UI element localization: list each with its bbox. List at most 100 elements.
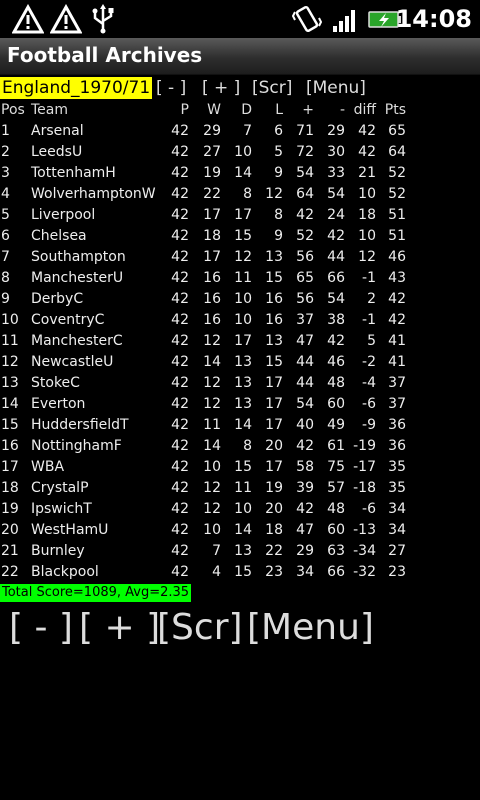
header-goals-for: + — [302, 102, 314, 118]
cell-pos: 14 — [1, 396, 19, 412]
cell-pos: 4 — [1, 186, 10, 202]
cell-lost: 22 — [265, 543, 283, 559]
table-row: 3 TottenhamH 42 19 14 9 54 33 21 52 — [0, 163, 406, 184]
cell-drawn: 13 — [234, 543, 252, 559]
status-bar: 14:08 — [0, 0, 480, 38]
menu-big-button[interactable]: [Menu] — [247, 606, 374, 650]
cell-goals-for: 52 — [296, 228, 314, 244]
cell-goals-for: 40 — [296, 417, 314, 433]
cell-team: IpswichT — [31, 501, 92, 517]
cell-goals-against: 66 — [327, 564, 345, 580]
cell-won: 14 — [203, 354, 221, 370]
cell-lost: 18 — [265, 522, 283, 538]
previous-season-button[interactable]: [ - ] — [156, 77, 186, 99]
header-lost: L — [275, 102, 283, 118]
cell-played: 42 — [171, 459, 189, 475]
top-controls: England_1970/71 [ - ] [ + ] [Scr] [Menu] — [0, 77, 480, 99]
cell-points: 42 — [388, 291, 406, 307]
cell-goals-against: 48 — [327, 501, 345, 517]
cell-team: WBA — [31, 459, 65, 475]
cell-goals-for: 47 — [296, 333, 314, 349]
season-selector[interactable]: England_1970/71 — [0, 77, 153, 99]
cell-played: 42 — [171, 249, 189, 265]
cell-goal-diff: -13 — [353, 522, 376, 538]
cell-won: 17 — [203, 249, 221, 265]
cell-goals-for: 54 — [296, 165, 314, 181]
cell-pos: 12 — [1, 354, 19, 370]
cell-played: 42 — [171, 207, 189, 223]
cell-goals-against: 48 — [327, 375, 345, 391]
cell-goals-for: 44 — [296, 375, 314, 391]
cell-played: 42 — [171, 375, 189, 391]
cell-goal-diff: 18 — [358, 207, 376, 223]
cell-goals-against: 44 — [327, 249, 345, 265]
header-played: P — [180, 102, 189, 118]
cell-lost: 9 — [274, 228, 283, 244]
cell-team: Arsenal — [31, 123, 84, 139]
cell-goals-for: 42 — [296, 438, 314, 454]
cell-pos: 17 — [1, 459, 19, 475]
cell-won: 12 — [203, 396, 221, 412]
table-header-row: Pos Team P W D L + - diff Pts — [0, 100, 406, 121]
table-row: 21 Burnley 42 7 13 22 29 63 -34 27 — [0, 541, 406, 562]
cell-points: 36 — [388, 417, 406, 433]
cell-drawn: 15 — [234, 564, 252, 580]
cell-goals-for: 56 — [296, 249, 314, 265]
cell-won: 10 — [203, 522, 221, 538]
cell-drawn: 14 — [234, 522, 252, 538]
cell-team: CoventryC — [31, 312, 105, 328]
cell-goals-for: 64 — [296, 186, 314, 202]
cell-goals-against: 42 — [327, 228, 345, 244]
previous-season-big-button[interactable]: [ - ] — [9, 606, 73, 650]
cell-points: 27 — [388, 543, 406, 559]
cell-points: 35 — [388, 459, 406, 475]
warning-icon — [50, 4, 82, 34]
cell-lost: 15 — [265, 354, 283, 370]
cell-lost: 13 — [265, 249, 283, 265]
scroll-big-button[interactable]: [Scr] — [157, 606, 243, 650]
scroll-button[interactable]: [Scr] — [252, 77, 292, 99]
warning-icon — [12, 4, 44, 34]
table-row: 16 NottinghamF 42 14 8 20 42 61 -19 36 — [0, 436, 406, 457]
cell-lost: 5 — [274, 144, 283, 160]
next-season-button[interactable]: [ + ] — [202, 77, 240, 99]
cell-goal-diff: -32 — [353, 564, 376, 580]
cell-drawn: 13 — [234, 354, 252, 370]
cell-points: 35 — [388, 480, 406, 496]
next-season-big-button[interactable]: [ + ] — [79, 606, 160, 650]
cell-goals-against: 29 — [327, 123, 345, 139]
cell-drawn: 11 — [234, 270, 252, 286]
cell-goals-against: 66 — [327, 270, 345, 286]
cell-played: 42 — [171, 396, 189, 412]
cell-goals-for: 42 — [296, 207, 314, 223]
cell-played: 42 — [171, 354, 189, 370]
table-row: 8 ManchesterU 42 16 11 15 65 66 -1 43 — [0, 268, 406, 289]
cell-goals-against: 46 — [327, 354, 345, 370]
header-goal-diff: diff — [353, 102, 376, 118]
cell-played: 42 — [171, 543, 189, 559]
cell-pos: 7 — [1, 249, 10, 265]
cell-won: 4 — [212, 564, 221, 580]
cell-won: 19 — [203, 165, 221, 181]
cell-goal-diff: -1 — [362, 270, 376, 286]
cell-won: 22 — [203, 186, 221, 202]
cell-goal-diff: 2 — [367, 291, 376, 307]
menu-button[interactable]: [Menu] — [306, 77, 366, 99]
cell-lost: 17 — [265, 417, 283, 433]
cell-goal-diff: -2 — [362, 354, 376, 370]
cell-goal-diff: 10 — [358, 228, 376, 244]
signal-icon — [333, 10, 355, 32]
cell-drawn: 13 — [234, 396, 252, 412]
cell-goal-diff: -6 — [362, 396, 376, 412]
cell-team: LeedsU — [31, 144, 83, 160]
cell-goals-for: 56 — [296, 291, 314, 307]
cell-pos: 21 — [1, 543, 19, 559]
usb-icon — [92, 4, 114, 34]
cell-won: 16 — [203, 312, 221, 328]
cell-points: 64 — [388, 144, 406, 160]
cell-goal-diff: 21 — [358, 165, 376, 181]
cell-drawn: 8 — [243, 438, 252, 454]
cell-team: Liverpool — [31, 207, 96, 223]
table-row: 12 NewcastleU 42 14 13 15 44 46 -2 41 — [0, 352, 406, 373]
cell-goals-for: 39 — [296, 480, 314, 496]
